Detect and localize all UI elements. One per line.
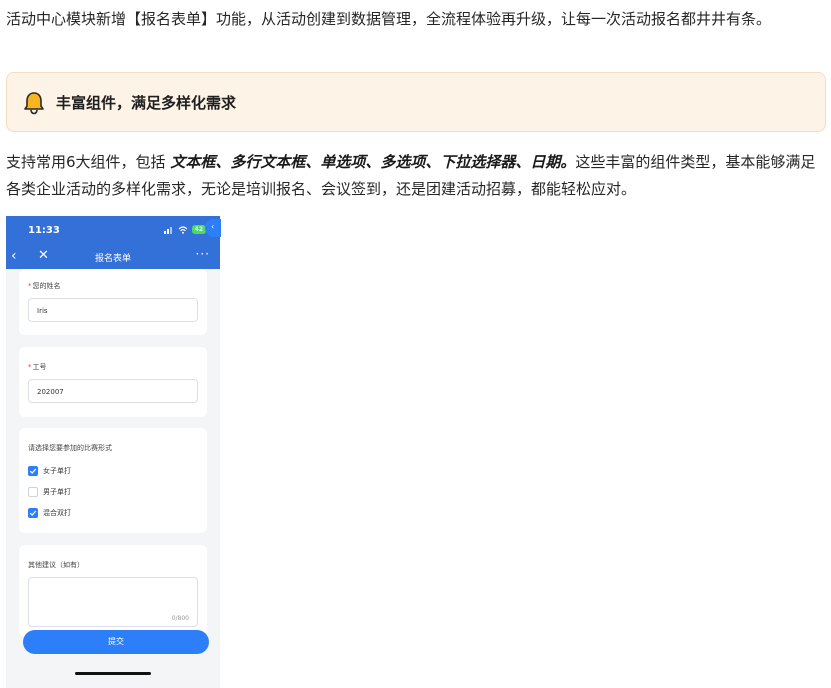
option-label: 混合双打 [43, 509, 71, 517]
option-mixed-doubles[interactable]: 混合双打 [28, 508, 71, 518]
signal-icon [163, 226, 172, 234]
char-counter: 0/800 [171, 615, 189, 622]
nav-bar: ‹ ✕ 报名表单 ··· [6, 246, 220, 269]
phone-screenshot: 11:33 42 ‹ ✕ 报名表单 ··· *您的姓名 Iris *工号 202… [6, 216, 220, 688]
match-type-card: 请选择您要参加的比赛形式 女子单打 男子单打 混合双打 [19, 428, 207, 533]
employee-id-input[interactable]: 202007 [28, 379, 198, 403]
name-field-label: *您的姓名 [28, 282, 61, 290]
employee-id-card: *工号 202007 [19, 347, 207, 417]
status-icons: 42 [163, 225, 206, 234]
option-womens-singles[interactable]: 女子单打 [28, 466, 71, 476]
name-input[interactable]: Iris [28, 298, 198, 322]
intro-paragraph: 活动中心模块新增【报名表单】功能，从活动创建到数据管理，全流程体验再升级，让每一… [6, 10, 772, 28]
option-label: 女子单打 [43, 467, 71, 475]
desc-prefix: 支持常用6大组件，包括 [6, 153, 171, 171]
bell-icon [24, 92, 44, 115]
name-field-card: *您的姓名 Iris [19, 269, 207, 335]
suggestion-textarea[interactable]: 0/800 [28, 577, 198, 627]
component-list: 文本框、多行文本框、单选项、多选项、下拉选择器、日期。 [170, 153, 576, 171]
more-icon[interactable]: ··· [196, 247, 210, 261]
checkbox-checked-icon[interactable] [28, 466, 38, 476]
status-bar: 11:33 42 [6, 216, 220, 246]
page-title: 报名表单 [94, 254, 131, 264]
chevron-left-icon: ‹ [211, 222, 215, 231]
suggestion-field-label: 其他建议（如有） [28, 561, 84, 569]
option-label: 男子单打 [43, 488, 71, 496]
suggestion-card: 其他建议（如有） 0/800 [19, 545, 207, 637]
battery-indicator: 42 [191, 225, 206, 234]
home-indicator [75, 672, 151, 675]
side-expand-button[interactable]: ‹ [205, 219, 221, 237]
checkbox-unchecked-icon[interactable] [28, 487, 38, 497]
feature-callout: 丰富组件，满足多样化需求 [6, 72, 826, 132]
option-mens-singles[interactable]: 男子单打 [28, 487, 71, 497]
submit-button[interactable]: 提交 [23, 630, 209, 654]
components-description: 支持常用6大组件，包括 文本框、多行文本框、单选项、多选项、下拉选择器、日期。这… [6, 149, 826, 203]
status-time: 11:33 [28, 225, 60, 236]
match-field-label: 请选择您要参加的比赛形式 [28, 444, 112, 452]
callout-title: 丰富组件，满足多样化需求 [56, 94, 237, 112]
checkbox-checked-icon[interactable] [28, 508, 38, 518]
id-field-label: *工号 [28, 363, 47, 371]
wifi-icon [178, 225, 188, 234]
